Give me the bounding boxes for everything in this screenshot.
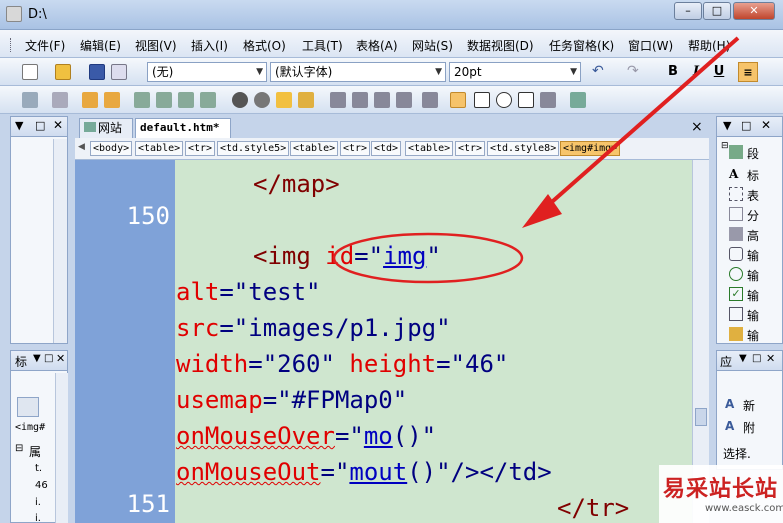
highlight-ellipse — [332, 232, 524, 284]
watermark: 易采站长站 www.easck.com — [659, 465, 783, 523]
watermark-url: www.easck.com — [705, 503, 783, 514]
annotation-arrow-shaft — [543, 36, 740, 210]
annotation-layer — [332, 36, 740, 284]
watermark-main: 易采站长站 — [663, 477, 779, 502]
